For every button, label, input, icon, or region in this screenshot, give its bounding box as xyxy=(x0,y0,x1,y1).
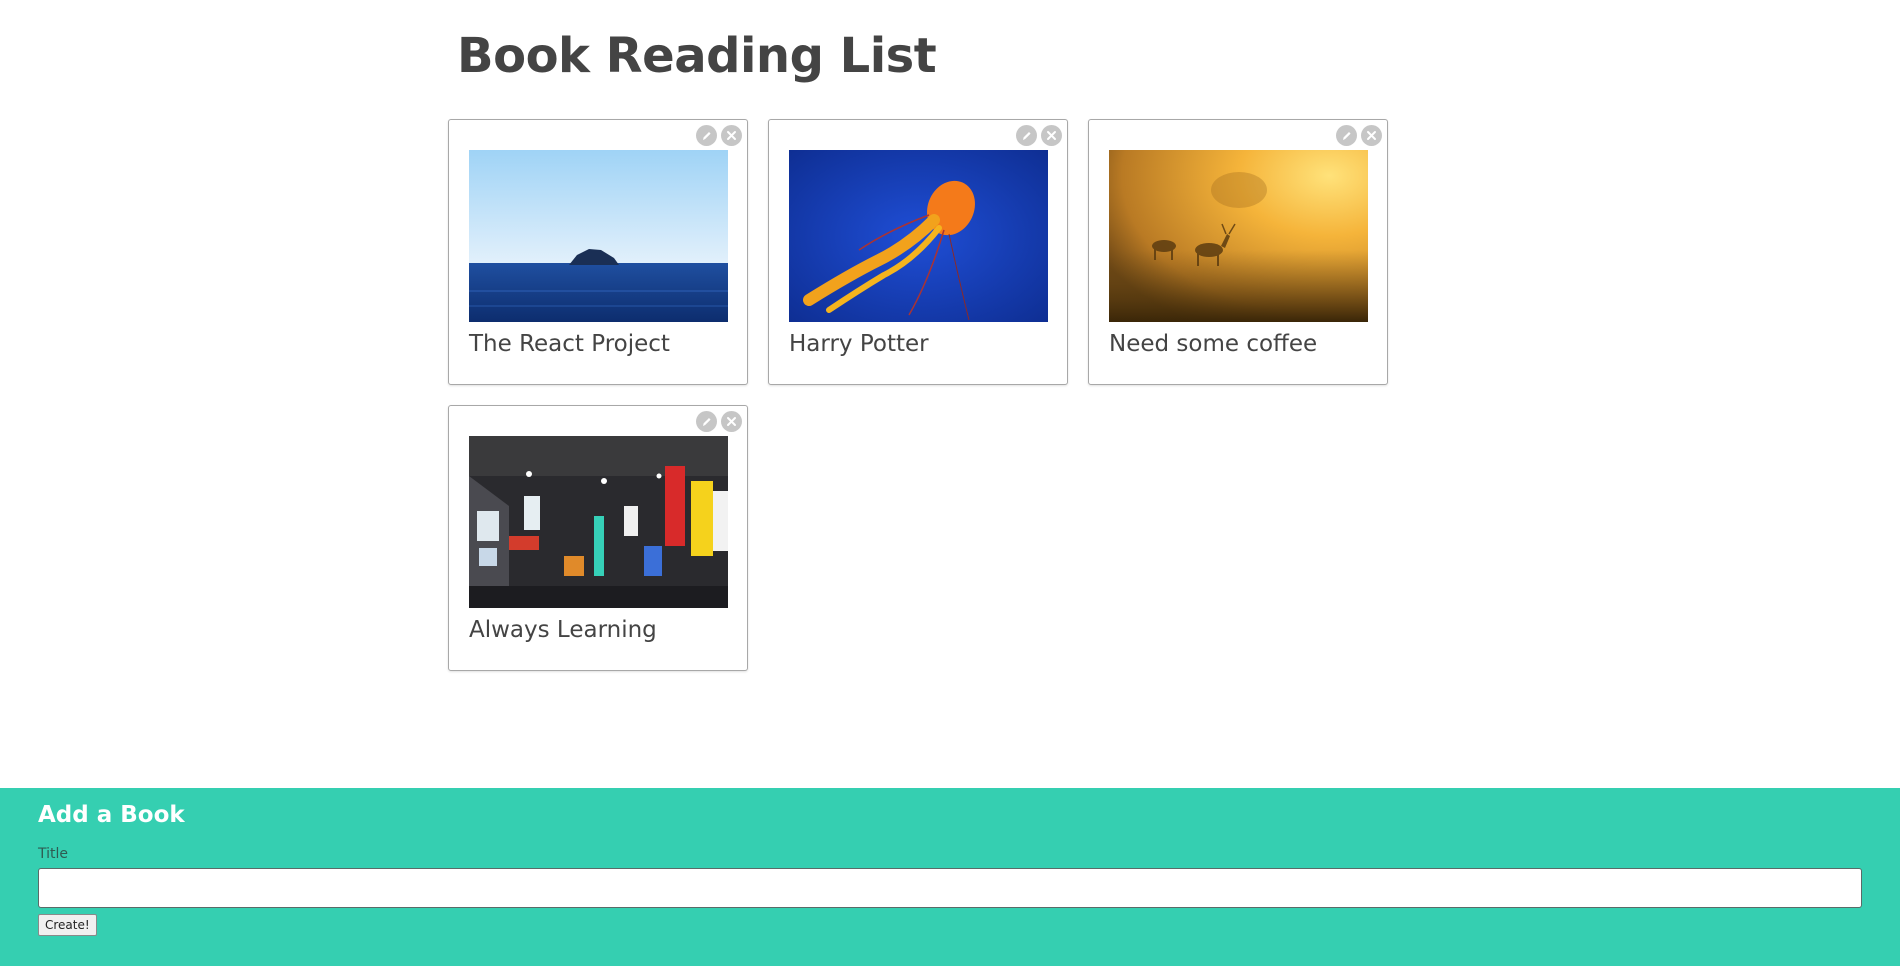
book-title: Need some coffee xyxy=(1109,331,1318,357)
book-title: Always Learning xyxy=(469,617,657,643)
edit-button[interactable] xyxy=(1016,125,1037,146)
delete-button[interactable] xyxy=(1361,125,1382,146)
deer-sunrise-image xyxy=(1109,150,1368,322)
pencil-icon xyxy=(703,132,711,140)
sea-island-image xyxy=(469,150,728,322)
card-actions xyxy=(696,125,742,146)
delete-button[interactable] xyxy=(721,125,742,146)
close-icon xyxy=(727,131,736,140)
jellyfish-image xyxy=(789,150,1048,322)
close-icon xyxy=(1047,131,1056,140)
add-book-panel: Add a Book Title Create! xyxy=(0,788,1900,966)
title-input[interactable] xyxy=(38,868,1862,908)
book-title: The React Project xyxy=(469,331,670,357)
pencil-icon xyxy=(703,418,711,426)
edit-button[interactable] xyxy=(1336,125,1357,146)
book-card[interactable]: The React Project xyxy=(448,119,748,385)
close-icon xyxy=(727,417,736,426)
pencil-icon xyxy=(1023,132,1031,140)
book-card[interactable]: Always Learning xyxy=(448,405,748,671)
title-label: Title xyxy=(38,846,69,862)
card-actions xyxy=(696,411,742,432)
card-actions xyxy=(1336,125,1382,146)
book-card[interactable]: Harry Potter xyxy=(768,119,1068,385)
city-night-image xyxy=(469,436,728,608)
card-actions xyxy=(1016,125,1062,146)
close-icon xyxy=(1367,131,1376,140)
add-book-heading: Add a Book xyxy=(38,802,185,828)
edit-button[interactable] xyxy=(696,411,717,432)
delete-button[interactable] xyxy=(1041,125,1062,146)
delete-button[interactable] xyxy=(721,411,742,432)
book-title: Harry Potter xyxy=(789,331,929,357)
edit-button[interactable] xyxy=(696,125,717,146)
page-title: Book Reading List xyxy=(457,28,937,84)
book-card[interactable]: Need some coffee xyxy=(1088,119,1388,385)
create-button[interactable]: Create! xyxy=(38,914,97,936)
pencil-icon xyxy=(1343,132,1351,140)
